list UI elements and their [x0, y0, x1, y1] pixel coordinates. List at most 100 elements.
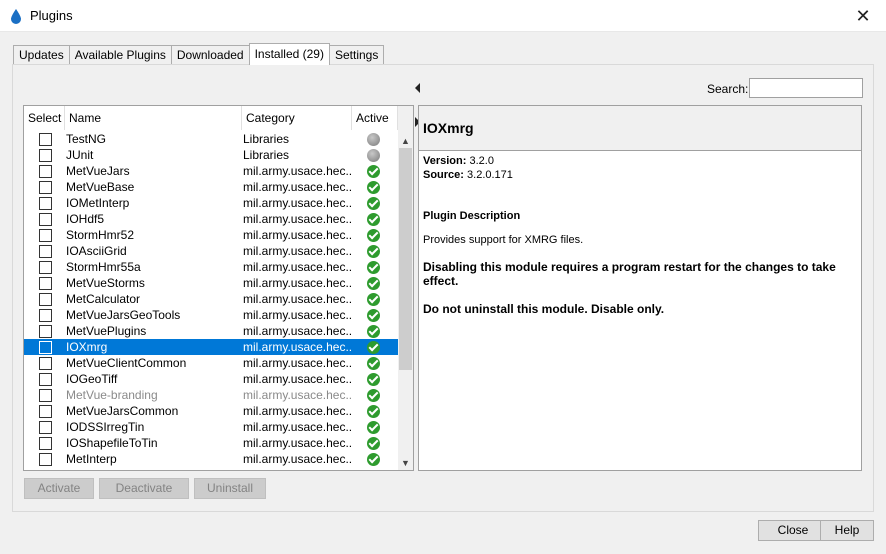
scrollbar-thumb[interactable]	[399, 148, 412, 370]
description-text: Provides support for XMRG files.	[423, 234, 584, 246]
active-cell	[352, 435, 398, 451]
restart-warning: Disabling this module requires a program…	[423, 260, 836, 288]
select-checkbox[interactable]	[39, 421, 52, 434]
table-row[interactable]: MetVueJars mil.army.usace.hec...	[24, 163, 398, 179]
table-scrollbar[interactable]: ▲ ▼	[398, 106, 413, 470]
active-check-icon	[367, 341, 380, 354]
table-row[interactable]: IOHdf5 mil.army.usace.hec...	[24, 211, 398, 227]
scroll-up-icon[interactable]: ▲	[398, 134, 413, 148]
active-check-icon	[367, 229, 380, 242]
select-checkbox[interactable]	[39, 213, 52, 226]
plugin-name: MetInterp	[66, 452, 117, 466]
deactivate-button[interactable]: Deactivate	[99, 478, 189, 499]
select-checkbox[interactable]	[39, 133, 52, 146]
plugin-category: mil.army.usace.hec...	[243, 404, 352, 418]
table-row[interactable]: MetVueJarsGeoTools mil.army.usace.hec...	[24, 307, 398, 323]
tab-updates[interactable]: Updates	[13, 45, 70, 65]
table-row[interactable]: MetInterp mil.army.usace.hec...	[24, 451, 398, 467]
table-row[interactable]: IODSSIrregTin mil.army.usace.hec...	[24, 419, 398, 435]
table-row[interactable]: MetVuePlugins mil.army.usace.hec...	[24, 323, 398, 339]
active-check-icon	[367, 165, 380, 178]
column-header-active[interactable]: Active	[352, 106, 398, 130]
table-row[interactable]: MetVueBase mil.army.usace.hec...	[24, 179, 398, 195]
select-checkbox[interactable]	[39, 261, 52, 274]
plugin-name: MetVueStorms	[66, 276, 145, 290]
plugin-category: mil.army.usace.hec...	[243, 340, 352, 354]
plugin-category: mil.army.usace.hec...	[243, 276, 352, 290]
select-cell	[24, 387, 65, 403]
help-button[interactable]: Help	[820, 520, 874, 541]
table-row[interactable]: IOXmrg mil.army.usace.hec...	[24, 339, 398, 355]
plugin-name: IOAsciiGrid	[66, 244, 127, 258]
active-cell	[352, 259, 398, 275]
title-bar: Plugins ✕	[0, 0, 886, 32]
select-cell	[24, 403, 65, 419]
select-checkbox[interactable]	[39, 405, 52, 418]
select-cell	[24, 339, 65, 355]
select-cell	[24, 243, 65, 259]
collapse-left-icon[interactable]	[415, 83, 421, 93]
uninstall-button[interactable]: Uninstall	[194, 478, 266, 499]
table-row[interactable]: MetVueClientCommon mil.army.usace.hec...	[24, 355, 398, 371]
select-checkbox[interactable]	[39, 373, 52, 386]
search-input[interactable]	[749, 78, 863, 98]
table-row[interactable]: MetVueJarsCommon mil.army.usace.hec...	[24, 403, 398, 419]
select-cell	[24, 211, 65, 227]
select-checkbox[interactable]	[39, 229, 52, 242]
plugin-category: mil.army.usace.hec...	[243, 372, 352, 386]
select-cell	[24, 451, 65, 467]
activate-button[interactable]: Activate	[24, 478, 94, 499]
active-check-icon	[367, 453, 380, 466]
select-checkbox[interactable]	[39, 453, 52, 466]
plugin-name: IODSSIrregTin	[66, 420, 145, 434]
table-row[interactable]: IOMetInterp mil.army.usace.hec...	[24, 195, 398, 211]
active-cell	[352, 451, 398, 467]
table-row[interactable]: IOShapefileToTin mil.army.usace.hec...	[24, 435, 398, 451]
select-checkbox[interactable]	[39, 357, 52, 370]
select-checkbox[interactable]	[39, 389, 52, 402]
select-cell	[24, 163, 65, 179]
tab-available-plugins[interactable]: Available Plugins	[68, 45, 172, 65]
table-row[interactable]: MetCalculator mil.army.usace.hec...	[24, 291, 398, 307]
column-header-name[interactable]: Name	[65, 106, 242, 130]
table-row[interactable]: IOAsciiGrid mil.army.usace.hec...	[24, 243, 398, 259]
select-checkbox[interactable]	[39, 341, 52, 354]
active-check-icon	[367, 357, 380, 370]
table-row[interactable]: StormHmr52 mil.army.usace.hec...	[24, 227, 398, 243]
plugin-name: MetVueJarsCommon	[66, 404, 179, 418]
table-row[interactable]: JUnit Libraries	[24, 147, 398, 163]
select-checkbox[interactable]	[39, 309, 52, 322]
active-check-icon	[367, 309, 380, 322]
scroll-down-icon[interactable]: ▼	[398, 456, 413, 470]
select-cell	[24, 131, 65, 147]
select-checkbox[interactable]	[39, 437, 52, 450]
tab-downloaded[interactable]: Downloaded	[170, 45, 250, 65]
plugin-name: IOShapefileToTin	[66, 436, 158, 450]
table-row[interactable]: MetVueStorms mil.army.usace.hec...	[24, 275, 398, 291]
close-button[interactable]: Close	[758, 520, 828, 541]
select-checkbox[interactable]	[39, 197, 52, 210]
select-checkbox[interactable]	[39, 181, 52, 194]
active-cell	[352, 227, 398, 243]
table-row[interactable]: MetVue-branding mil.army.usace.hec...	[24, 387, 398, 403]
select-checkbox[interactable]	[39, 325, 52, 338]
active-check-icon	[367, 373, 380, 386]
select-cell	[24, 179, 65, 195]
select-checkbox[interactable]	[39, 149, 52, 162]
table-row[interactable]: StormHmr55a mil.army.usace.hec...	[24, 259, 398, 275]
tab-settings[interactable]: Settings	[328, 45, 385, 65]
active-cell	[352, 371, 398, 387]
select-cell	[24, 323, 65, 339]
table-row[interactable]: IOGeoTiff mil.army.usace.hec...	[24, 371, 398, 387]
tab-installed[interactable]: Installed (29)	[248, 43, 330, 65]
select-checkbox[interactable]	[39, 165, 52, 178]
column-header-select[interactable]: Select	[24, 106, 65, 130]
select-checkbox[interactable]	[39, 293, 52, 306]
plugin-category: mil.army.usace.hec...	[243, 308, 352, 322]
table-row[interactable]: TestNG Libraries	[24, 131, 398, 147]
column-header-category[interactable]: Category	[242, 106, 352, 130]
select-checkbox[interactable]	[39, 245, 52, 258]
select-checkbox[interactable]	[39, 277, 52, 290]
window-close-button[interactable]: ✕	[840, 0, 886, 32]
active-cell	[352, 403, 398, 419]
